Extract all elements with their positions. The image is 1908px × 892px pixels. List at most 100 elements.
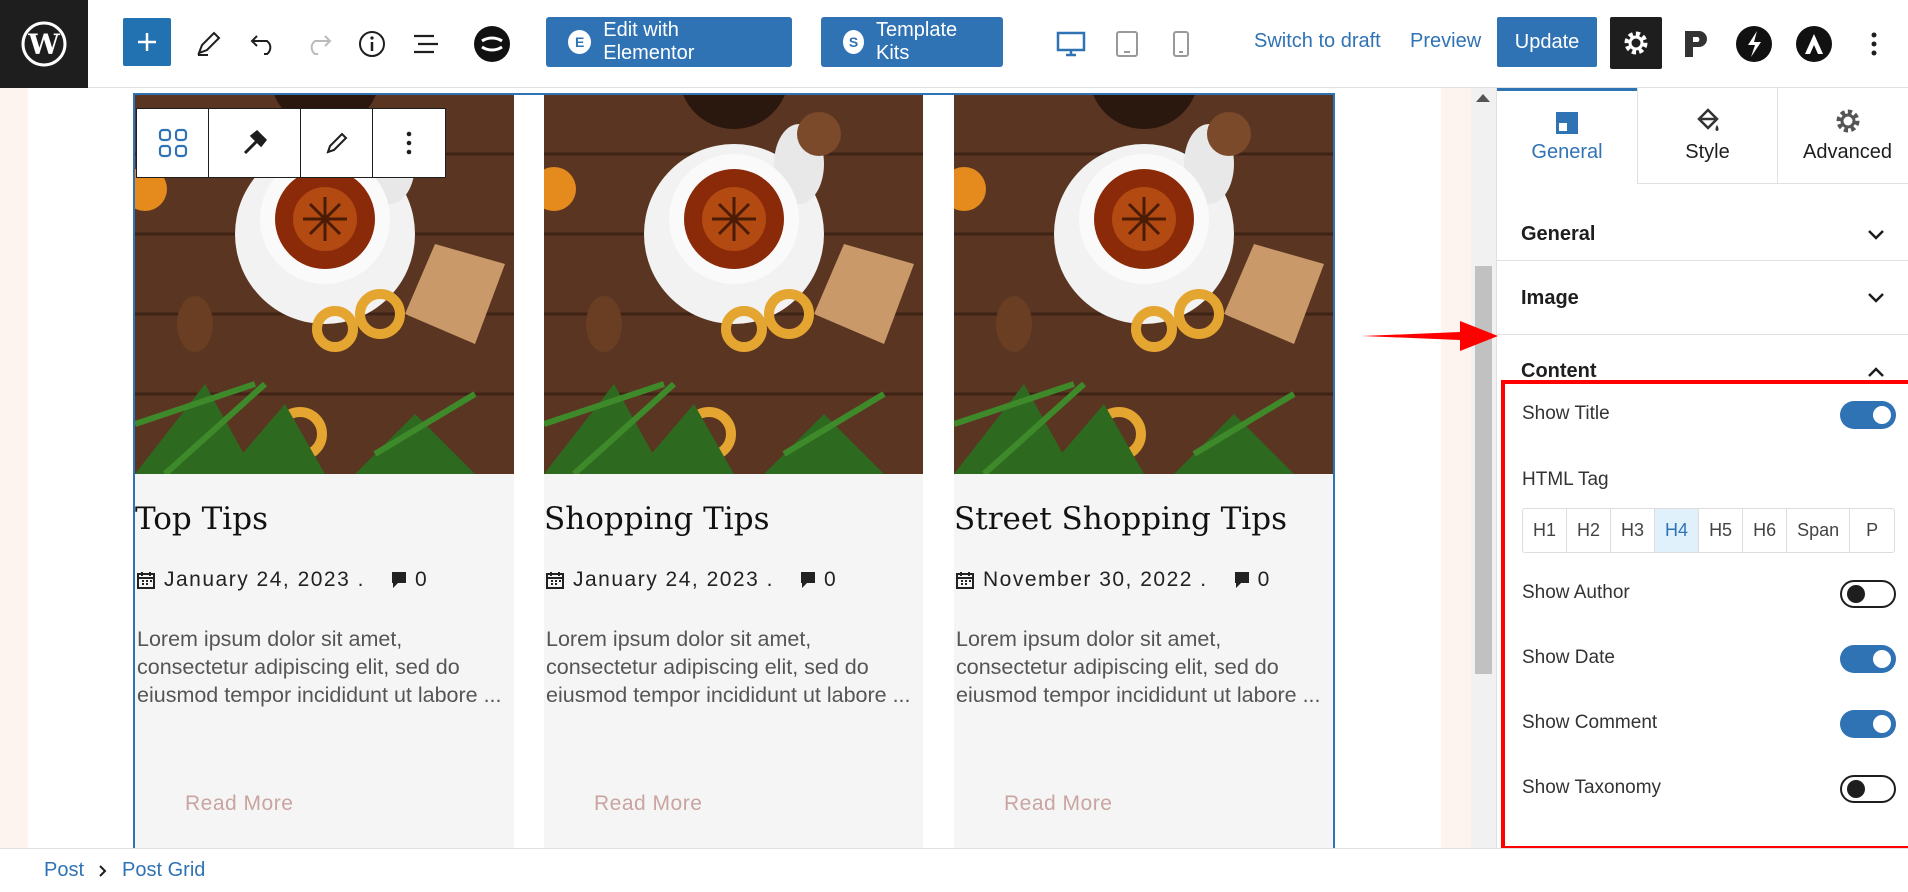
mobile-icon	[1173, 31, 1189, 57]
grid-icon	[158, 128, 187, 158]
editor-canvas: Top Tips January 24, 2023 . 0 Lorem ipsu…	[0, 88, 1496, 848]
square-layout-icon	[1556, 112, 1578, 134]
block-toolbar	[136, 108, 446, 178]
show-taxonomy-label: Show Taxonomy	[1522, 777, 1662, 798]
plugin-spectra-button[interactable]	[468, 20, 516, 68]
editor-top-bar: W E Edit with Elementor S Template Kits …	[0, 0, 1908, 88]
plugin-astra-button[interactable]	[1790, 20, 1838, 68]
chevron-down-icon	[1868, 293, 1884, 303]
html-tag-h5[interactable]: H5	[1699, 509, 1744, 552]
add-block-button[interactable]	[123, 18, 171, 66]
panel-general[interactable]: General	[1497, 209, 1908, 261]
tablet-icon	[1116, 31, 1138, 57]
breadcrumb: Post Post Grid	[0, 848, 1908, 892]
panel-image[interactable]: Image	[1497, 262, 1908, 335]
block-type-button[interactable]	[137, 109, 209, 177]
html-tag-h2[interactable]: H2	[1567, 509, 1612, 552]
show-comment-toggle[interactable]	[1840, 710, 1896, 738]
plugin-p-button[interactable]	[1672, 20, 1720, 68]
template-kits-button[interactable]: S Template Kits	[821, 17, 1003, 67]
tools-button[interactable]	[184, 20, 232, 68]
wordpress-logo[interactable]: W	[0, 0, 88, 88]
plus-icon	[138, 33, 156, 51]
tab-general-label: General	[1531, 141, 1603, 163]
plugin-p-icon	[1685, 31, 1707, 57]
pencil-icon	[325, 132, 347, 154]
settings-tabs: General Style Advanced	[1497, 88, 1908, 184]
bolt-icon	[1736, 26, 1772, 62]
html-tag-label: HTML Tag	[1522, 469, 1609, 490]
options-button[interactable]	[1850, 20, 1898, 68]
tab-advanced-label: Advanced	[1803, 141, 1892, 163]
html-tag-h1[interactable]: H1	[1523, 509, 1568, 552]
edit-with-elementor-label: Edit with Elementor	[603, 19, 695, 64]
undo-button[interactable]	[240, 20, 288, 68]
html-tag-span[interactable]: Span	[1787, 509, 1851, 552]
switch-to-draft-link[interactable]: Switch to draft	[1254, 30, 1381, 53]
block-tool-button[interactable]	[209, 109, 301, 177]
breadcrumb-post-grid[interactable]: Post Grid	[122, 859, 205, 882]
undo-icon	[250, 35, 272, 55]
block-settings-sidebar: General Style Advanced General Image Con…	[1496, 88, 1908, 848]
gear-icon	[1836, 109, 1859, 133]
html-tag-h3[interactable]: H3	[1611, 509, 1656, 552]
mobile-preview-button[interactable]	[1157, 20, 1205, 68]
tab-style-label: Style	[1685, 141, 1730, 163]
scroll-up-arrow-icon[interactable]	[1476, 94, 1490, 102]
chevron-right-icon	[99, 864, 107, 877]
gear-icon	[1624, 31, 1648, 55]
chevron-down-icon	[1868, 229, 1884, 240]
preview-link[interactable]: Preview	[1410, 30, 1481, 53]
toggle-knob	[1873, 406, 1891, 424]
breadcrumb-post[interactable]: Post	[44, 859, 84, 882]
panel-general-title: General	[1521, 223, 1596, 245]
annotation-arrow-icon	[1362, 321, 1498, 351]
spectra-icon	[474, 26, 510, 62]
pencil-icon	[197, 31, 221, 56]
show-author-toggle[interactable]	[1840, 580, 1896, 608]
edit-with-elementor-button[interactable]: E Edit with Elementor	[546, 17, 792, 67]
tablet-preview-button[interactable]	[1103, 20, 1151, 68]
html-tag-h4[interactable]: H4	[1655, 509, 1700, 552]
show-date-toggle[interactable]	[1840, 645, 1896, 673]
template-kits-label: Template Kits	[875, 19, 958, 64]
html-tag-p[interactable]: P	[1850, 509, 1894, 552]
panel-image-title: Image	[1521, 286, 1579, 309]
list-view-button[interactable]	[402, 20, 450, 68]
show-taxonomy-toggle[interactable]	[1840, 775, 1896, 803]
tab-advanced[interactable]: Advanced	[1777, 88, 1908, 184]
desktop-icon	[1056, 31, 1086, 57]
hammer-icon	[243, 130, 267, 155]
block-edit-button[interactable]	[301, 109, 373, 177]
elementor-icon: E	[568, 30, 592, 54]
more-vertical-icon	[1871, 32, 1877, 56]
show-comment-label: Show Comment	[1522, 712, 1658, 733]
svg-text:W: W	[27, 28, 60, 61]
paint-bucket-icon	[1696, 108, 1719, 131]
block-options-button[interactable]	[373, 109, 445, 177]
show-date-label: Show Date	[1522, 647, 1615, 668]
more-vertical-icon	[406, 131, 412, 155]
canvas-margin-left	[0, 88, 28, 848]
update-button[interactable]: Update	[1497, 17, 1597, 67]
plugin-bolt-button[interactable]	[1730, 20, 1778, 68]
astra-icon	[1796, 26, 1832, 62]
selected-block-outline	[133, 93, 1335, 848]
list-view-icon	[414, 34, 438, 54]
canvas-scrollbar[interactable]	[1471, 88, 1496, 848]
toggle-knob	[1847, 585, 1865, 603]
desktop-preview-button[interactable]	[1047, 20, 1095, 68]
tab-style[interactable]: Style	[1637, 88, 1777, 184]
info-icon	[359, 31, 385, 57]
tab-general[interactable]: General	[1497, 88, 1637, 184]
details-button[interactable]	[348, 20, 396, 68]
settings-button[interactable]	[1610, 17, 1662, 69]
redo-button[interactable]	[294, 20, 342, 68]
toggle-knob	[1873, 715, 1891, 733]
toggle-knob	[1847, 780, 1865, 798]
redo-icon	[310, 35, 332, 55]
toggle-knob	[1873, 650, 1891, 668]
wordpress-icon: W	[21, 21, 67, 67]
show-title-toggle[interactable]	[1840, 401, 1896, 429]
html-tag-h6[interactable]: H6	[1743, 509, 1788, 552]
